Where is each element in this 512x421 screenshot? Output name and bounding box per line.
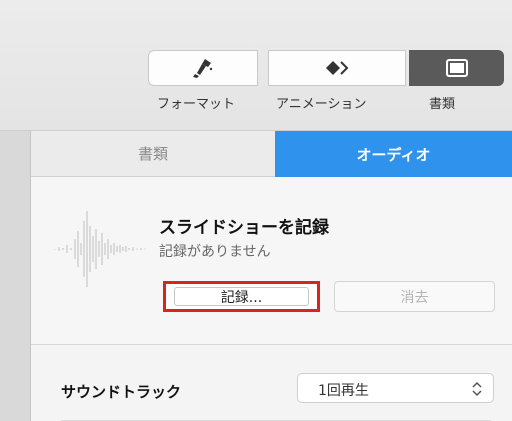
record-button[interactable]: 記録... — [163, 281, 320, 312]
tab-document[interactable]: 書類 — [31, 131, 275, 177]
soundtrack-label: サウンドトラック — [61, 383, 182, 401]
document-label: 書類 — [429, 97, 456, 112]
document-icon — [445, 59, 468, 77]
clear-button[interactable]: 消去 — [334, 281, 495, 312]
chevron-up-down-icon — [472, 381, 482, 397]
record-title: スライドショーを記録 — [159, 218, 329, 238]
animation-label: アニメーション — [276, 97, 367, 112]
left-gutter — [0, 131, 31, 421]
format-label: フォーマット — [157, 97, 236, 112]
tab-audio[interactable]: オーディオ — [275, 131, 512, 177]
animation-button[interactable] — [268, 50, 406, 86]
record-status: 記録がありません — [159, 244, 271, 260]
inspector-panel: 書類 オーディオ スライドショーを記録 記録がありません 記録... 消去 サウ… — [31, 131, 512, 421]
record-button-label: 記録... — [220, 289, 263, 306]
record-section: スライドショーを記録 記録がありません 記録... 消去 — [31, 177, 512, 345]
soundtrack-select[interactable]: 1回再生 — [297, 373, 494, 403]
document-button[interactable] — [409, 50, 504, 86]
diamond-animation-icon — [326, 61, 349, 75]
toolbar: フォーマット アニメーション 書類 — [0, 0, 512, 131]
waveform-icon — [54, 211, 146, 287]
inspector-tabs: 書類 オーディオ — [31, 131, 512, 177]
soundtrack-select-value: 1回再生 — [318, 383, 369, 399]
paintbrush-icon — [193, 59, 213, 78]
format-button[interactable] — [148, 50, 258, 86]
